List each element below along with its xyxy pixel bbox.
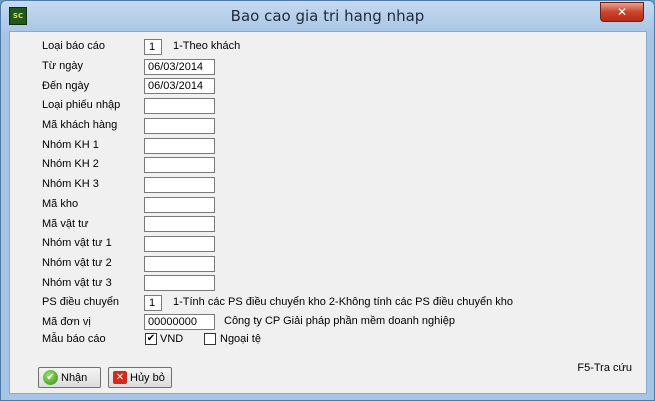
tu-ngay-input[interactable]: 06/03/2014 [144, 59, 215, 75]
ma-don-vi-input[interactable]: 00000000 [144, 314, 215, 330]
label-nhom-kh-2: Nhóm KH 2 [42, 158, 99, 170]
ma-vat-tu-input[interactable] [144, 216, 215, 232]
label-den-ngay: Đến ngày [42, 80, 90, 92]
ma-khach-hang-input[interactable] [144, 118, 215, 134]
ma-don-vi-note: Công ty CP Giải pháp phần mềm doanh nghi… [224, 315, 455, 327]
f5-hint: F5-Tra cứu [577, 362, 632, 374]
label-ma-khach-hang: Mã khách hàng [42, 119, 118, 131]
ok-button[interactable]: ✔ Nhận [38, 367, 101, 388]
label-ma-kho: Mã kho [42, 198, 79, 210]
den-ngay-input[interactable]: 06/03/2014 [144, 78, 215, 94]
nhom-vat-tu-2-input[interactable] [144, 256, 215, 272]
check-icon: ✔ [146, 333, 156, 344]
nhom-kh-1-input[interactable] [144, 138, 215, 154]
label-nhom-vat-tu-3: Nhóm vật tư 3 [42, 277, 112, 289]
label-ps-dieu-chuyen: PS điều chuyển [42, 296, 120, 308]
loai-bao-cao-input[interactable]: 1 [144, 39, 162, 55]
vnd-checkbox[interactable]: ✔ [145, 333, 157, 345]
close-button[interactable]: ✕ [600, 2, 644, 22]
report-dialog: SC Bao cao gia tri hang nhap ✕ Loại báo … [0, 0, 655, 401]
ps-dieu-chuyen-input[interactable]: 1 [144, 295, 162, 311]
label-nhom-vat-tu-2: Nhóm vật tư 2 [42, 257, 112, 269]
ok-button-label: Nhận [61, 371, 88, 384]
label-nhom-kh-3: Nhóm KH 3 [42, 178, 99, 190]
nhom-kh-2-input[interactable] [144, 157, 215, 173]
title-bar[interactable]: SC Bao cao gia tri hang nhap ✕ [1, 1, 654, 30]
nhom-vat-tu-1-input[interactable] [144, 236, 215, 252]
nhom-vat-tu-3-input[interactable] [144, 275, 215, 291]
label-nhom-vat-tu-1: Nhóm vật tư 1 [42, 237, 112, 249]
label-ma-don-vi: Mã đơn vị [42, 316, 91, 328]
cancel-button-label: Hủy bỏ [130, 371, 165, 384]
form-area: Loại báo cáo 1 1-Theo khách Từ ngày 06/0… [9, 31, 647, 394]
x-icon: ✕ [113, 371, 127, 384]
ps-dieu-chuyen-note: 1-Tính các PS điều chuyển kho 2-Không tí… [173, 296, 513, 308]
window-title: Bao cao gia tri hang nhap [230, 7, 425, 25]
close-icon: ✕ [616, 5, 628, 19]
label-mau-bao-cao: Mẫu báo cáo [42, 333, 106, 345]
cancel-button[interactable]: ✕ Hủy bỏ [108, 367, 172, 388]
label-tu-ngay: Từ ngày [42, 60, 83, 72]
label-ma-vat-tu: Mã vật tư [42, 218, 89, 230]
label-loai-bao-cao: Loại báo cáo [42, 40, 105, 52]
label-nhom-kh-1: Nhóm KH 1 [42, 139, 99, 151]
label-loai-phieu-nhap: Loại phiếu nhập [42, 99, 121, 111]
ma-kho-input[interactable] [144, 197, 215, 213]
vnd-label[interactable]: VND [160, 333, 183, 346]
ngoai-te-label[interactable]: Ngoại tệ [220, 333, 261, 346]
loai-phieu-nhap-input[interactable] [144, 98, 215, 114]
nhom-kh-3-input[interactable] [144, 177, 215, 193]
ngoai-te-checkbox[interactable] [204, 333, 216, 345]
check-icon: ✔ [43, 370, 58, 385]
loai-bao-cao-note: 1-Theo khách [173, 40, 241, 52]
